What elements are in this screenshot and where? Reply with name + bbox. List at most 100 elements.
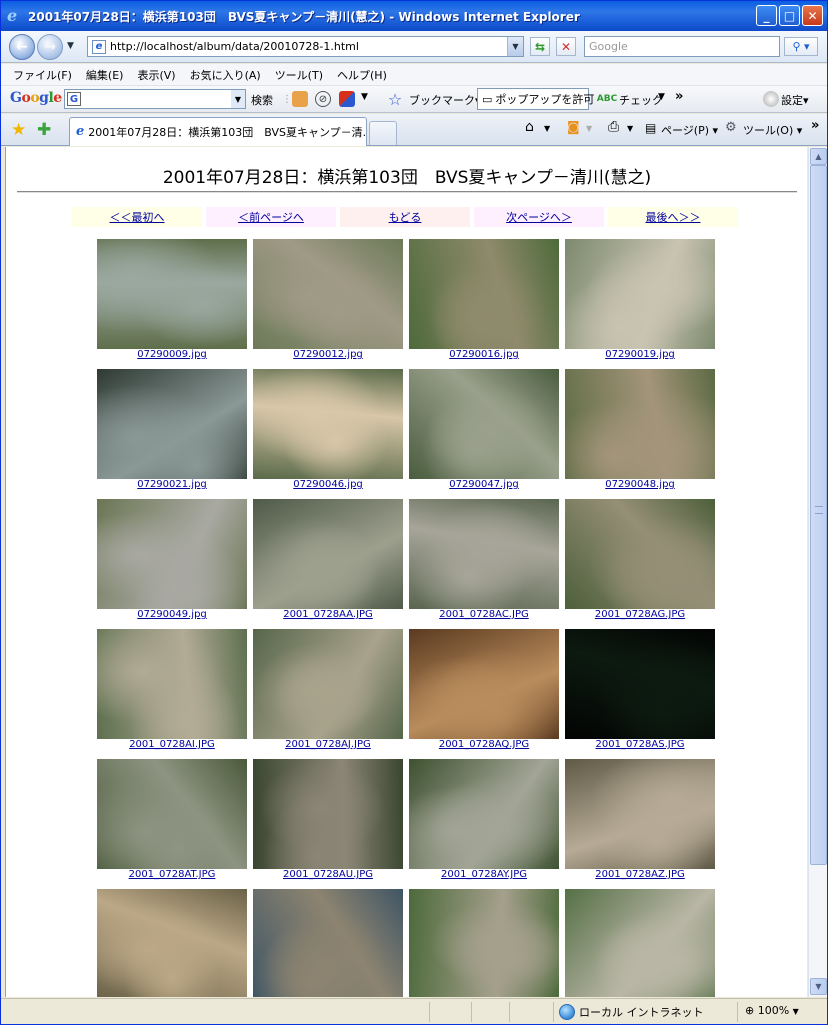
refresh-button[interactable]: ⇆ xyxy=(530,37,550,56)
photo-thumbnail[interactable] xyxy=(253,239,403,349)
photo-thumbnail[interactable] xyxy=(97,629,247,739)
add-favorite-icon[interactable]: ✚ xyxy=(37,120,51,140)
photo-thumbnail[interactable] xyxy=(253,889,403,997)
popup-blocker-button[interactable]: ▭ ポップアップを許可 xyxy=(477,88,594,110)
photo-thumbnail[interactable] xyxy=(409,629,559,739)
photo-thumbnail[interactable] xyxy=(409,759,559,869)
photo-thumbnail[interactable] xyxy=(97,369,247,479)
photo-thumbnail[interactable] xyxy=(97,889,247,997)
nav-prev-link[interactable]: ＜前ページへ xyxy=(206,207,336,227)
forward-button[interactable]: → xyxy=(37,34,63,60)
photo-thumbnail[interactable] xyxy=(97,499,247,609)
photo-caption-link[interactable]: 2001_0728AT.JPG xyxy=(97,869,247,880)
command-bar-more-button[interactable]: » xyxy=(811,118,819,133)
highlight-dropdown-icon[interactable]: ▼ xyxy=(361,92,368,102)
scroll-thumb[interactable] xyxy=(810,165,827,865)
photo-caption-link[interactable]: 2001_0728AI.JPG xyxy=(97,739,247,750)
photo-caption-link[interactable]: 2001_0728AA.JPG xyxy=(253,609,403,620)
print-icon[interactable]: ⎙ xyxy=(608,119,619,135)
photo-caption-link[interactable]: 2001_0728AZ.JPG xyxy=(565,869,715,880)
spellcheck-button[interactable]: チェック xyxy=(619,92,663,108)
photo-caption-link[interactable]: 2001_0728AS.JPG xyxy=(565,739,715,750)
photo-thumbnail[interactable] xyxy=(565,629,715,739)
search-button[interactable]: ⚲ ▾ xyxy=(784,37,818,56)
print-dropdown-icon[interactable]: ▼ xyxy=(627,124,633,133)
photo-caption-link[interactable]: 07290046.jpg xyxy=(253,479,403,490)
photo-caption-link[interactable]: 07290021.jpg xyxy=(97,479,247,490)
google-toolbar-more-button[interactable]: » xyxy=(675,89,683,104)
photo-caption-link[interactable]: 2001_0728AG.JPG xyxy=(565,609,715,620)
photo-caption-link[interactable]: 2001_0728AJ.JPG xyxy=(253,739,403,750)
close-button[interactable]: ✕ xyxy=(802,5,823,26)
photo-thumbnail[interactable] xyxy=(97,759,247,869)
photo-thumbnail[interactable] xyxy=(565,889,715,997)
photo-thumbnail[interactable] xyxy=(409,369,559,479)
menu-help[interactable]: ヘルプ(H) xyxy=(337,67,387,83)
home-dropdown-icon[interactable]: ▼ xyxy=(544,124,550,133)
feeds-icon[interactable]: ◙ xyxy=(567,120,580,135)
photo-caption-link[interactable]: 07290009.jpg xyxy=(97,349,247,360)
back-button[interactable]: ← xyxy=(9,34,35,60)
feeds-dropdown-icon[interactable]: ▼ xyxy=(586,124,592,133)
photo-caption-link[interactable]: 07290012.jpg xyxy=(253,349,403,360)
history-dropdown-icon[interactable]: ▼ xyxy=(67,41,74,51)
google-search-dropdown-icon[interactable]: ▼ xyxy=(231,90,245,108)
maximize-button[interactable]: □ xyxy=(779,5,800,26)
nav-last-link[interactable]: 最後へ＞＞ xyxy=(608,207,738,227)
address-input[interactable]: e http://localhost/album/data/20010728-1… xyxy=(87,36,524,57)
minimize-button[interactable]: _ xyxy=(756,5,777,26)
photo-caption-link[interactable]: 2001_0728AY.JPG xyxy=(409,869,559,880)
photo-thumbnail[interactable] xyxy=(253,629,403,739)
google-search-button[interactable]: 検索 xyxy=(251,92,273,108)
photo-caption-link[interactable]: 2001_0728AU.JPG xyxy=(253,869,403,880)
photo-thumbnail[interactable] xyxy=(253,759,403,869)
bookmark-button[interactable]: ブックマーク▾ xyxy=(409,92,481,108)
photo-caption-link[interactable]: 2001_0728AQ.JPG xyxy=(409,739,559,750)
scroll-up-button[interactable]: ▲ xyxy=(810,148,827,165)
photo-caption-link[interactable]: 07290016.jpg xyxy=(409,349,559,360)
compass-icon[interactable]: ⊘ xyxy=(315,91,331,107)
zoom-control[interactable]: ⊕ 100% ▼ xyxy=(745,1004,799,1017)
photo-caption-link[interactable]: 07290047.jpg xyxy=(409,479,559,490)
news-icon[interactable] xyxy=(292,91,308,107)
photo-caption-link[interactable]: 07290049.jpg xyxy=(97,609,247,620)
menu-tools[interactable]: ツール(T) xyxy=(275,67,323,83)
scroll-down-button[interactable]: ▼ xyxy=(810,978,827,995)
tab-active[interactable]: e 2001年07月28日：横浜第103団 BVS夏キャンプ－清... xyxy=(69,117,367,146)
nav-first-link[interactable]: ＜＜最初へ xyxy=(72,207,202,227)
photo-thumbnail[interactable] xyxy=(409,499,559,609)
google-search-input[interactable]: G ▼ xyxy=(64,89,246,109)
search-input[interactable]: Google xyxy=(584,36,780,57)
photo-thumbnail[interactable] xyxy=(565,239,715,349)
highlight-icon[interactable] xyxy=(339,91,355,107)
menu-file[interactable]: ファイル(F) xyxy=(13,67,72,83)
google-logo: Google xyxy=(10,90,62,106)
address-dropdown-icon[interactable]: ▼ xyxy=(507,37,523,56)
photo-caption-link[interactable]: 2001_0728AC.JPG xyxy=(409,609,559,620)
nav-back-link[interactable]: もどる xyxy=(340,207,470,227)
favorites-star-icon[interactable]: ★ xyxy=(11,120,26,140)
photo-thumbnail[interactable] xyxy=(409,239,559,349)
photo-thumbnail[interactable] xyxy=(409,889,559,997)
photo-thumbnail[interactable] xyxy=(253,499,403,609)
photo-caption-link[interactable]: 07290019.jpg xyxy=(565,349,715,360)
new-tab-button[interactable] xyxy=(369,121,397,145)
stop-button[interactable]: ✕ xyxy=(556,37,576,56)
tools-menu-button[interactable]: ツール(O) ▾ xyxy=(743,122,802,138)
photo-thumbnail[interactable] xyxy=(253,369,403,479)
photo-thumbnail[interactable] xyxy=(565,369,715,479)
vertical-scrollbar[interactable]: ▲ ▼ xyxy=(808,147,827,997)
photo-thumbnail[interactable] xyxy=(565,759,715,869)
settings-button[interactable]: 設定▾ xyxy=(781,92,809,108)
photo-thumbnail[interactable] xyxy=(97,239,247,349)
home-icon[interactable]: ⌂ xyxy=(525,119,534,135)
spellcheck-dropdown-icon[interactable]: ▼ xyxy=(658,92,665,102)
google-g-icon[interactable]: G xyxy=(67,92,81,106)
nav-next-link[interactable]: 次ページへ＞ xyxy=(474,207,604,227)
menu-favorites[interactable]: お気に入り(A) xyxy=(190,67,261,83)
menu-view[interactable]: 表示(V) xyxy=(137,67,175,83)
page-menu-button[interactable]: ページ(P) ▾ xyxy=(661,122,718,138)
photo-caption-link[interactable]: 07290048.jpg xyxy=(565,479,715,490)
photo-thumbnail[interactable] xyxy=(565,499,715,609)
menu-edit[interactable]: 編集(E) xyxy=(86,67,124,83)
